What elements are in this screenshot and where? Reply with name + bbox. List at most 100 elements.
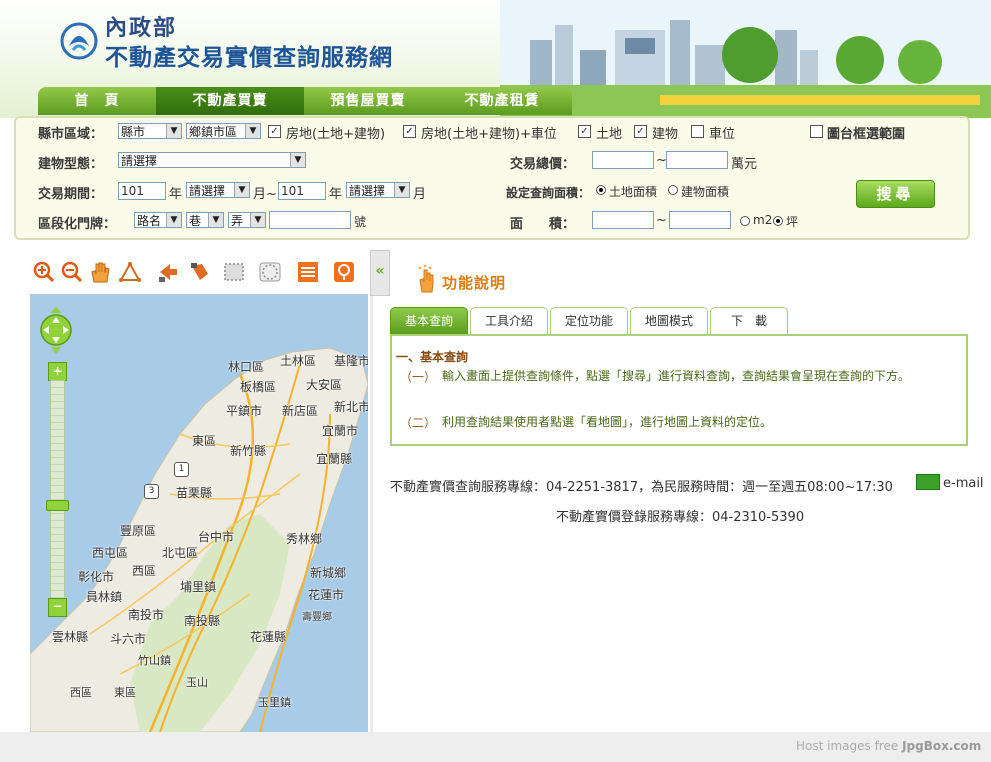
locate-icon[interactable] — [332, 260, 356, 284]
building-type-value: 請選擇 — [121, 154, 158, 168]
rect-select-icon[interactable] — [222, 260, 246, 284]
search-button[interactable]: 搜尋 — [856, 180, 935, 208]
map-label: 雲林縣 — [52, 630, 89, 644]
map-label: 秀林鄉 — [286, 532, 323, 546]
site-title: 不動產交易實價查詢服務網 — [105, 45, 393, 71]
select-arrow-alt-icon[interactable] — [188, 260, 212, 284]
pan-hand-icon[interactable] — [88, 260, 112, 284]
radio-land-area[interactable] — [596, 185, 606, 195]
nav-tab-presale[interactable]: 預售屋買賣 — [304, 87, 432, 115]
city-skyline-banner — [500, 0, 991, 118]
tab-basic-query[interactable]: 基本查詢 — [390, 307, 468, 334]
map-label: 板橋區 — [240, 380, 277, 394]
map-label: 花蓮市 — [308, 588, 345, 602]
zoom-slider-handle[interactable] — [46, 500, 69, 511]
district-select-value: 鄉鎮市區 — [189, 125, 238, 139]
checkbox-land-building[interactable]: ✓ — [268, 125, 281, 138]
zoom-out-button[interactable]: − — [48, 598, 67, 617]
map-label: 西屯區 — [92, 546, 129, 560]
route-marker: 1 — [174, 462, 189, 477]
radio-building-area[interactable] — [668, 185, 678, 195]
checkbox-parking[interactable] — [691, 125, 704, 138]
nav-tab-rent[interactable]: 不動產租賃 — [432, 87, 572, 115]
host-credit-prefix: Host images free — [796, 739, 903, 753]
area-tilde: ~ — [656, 213, 667, 228]
city-select-value: 縣市 — [121, 125, 146, 139]
chevron-down-icon: ▼ — [234, 183, 249, 197]
section-heading: 一、基本查詢 — [396, 350, 469, 364]
checkbox-land-building-parking[interactable]: ✓ — [403, 125, 416, 138]
tab-locate[interactable]: 定位功能 — [550, 307, 628, 334]
number-unit: 號 — [354, 215, 367, 229]
map-label: 基隆市 — [334, 354, 368, 368]
map-label: 新店區 — [282, 404, 319, 418]
zoom-in-icon[interactable] — [32, 260, 56, 284]
map-label: 宜蘭縣 — [316, 452, 353, 466]
price-min-input[interactable] — [592, 151, 654, 169]
lane-select[interactable]: 巷 ▼ — [186, 212, 224, 228]
month-from-select[interactable]: 請選擇 ▼ — [186, 182, 250, 198]
area-max-input[interactable] — [669, 211, 731, 229]
measure-icon[interactable] — [118, 260, 142, 284]
chevron-down-icon: ▼ — [208, 213, 223, 227]
collapse-panel-icon[interactable]: « — [370, 250, 390, 296]
map-label: 新竹縣 — [230, 444, 267, 458]
checkbox-map-frame[interactable] — [810, 125, 823, 138]
map-viewport[interactable]: + − 林口區 土林區 基隆市 板橋區 大安區 平鎮市 新店區 新北市 宜蘭市 … — [30, 294, 368, 732]
month-to-value: 請選擇 — [349, 184, 386, 198]
city-select[interactable]: 縣市 ▼ — [118, 123, 182, 139]
radio-unit-m2[interactable] — [740, 216, 750, 226]
ministry-logo-icon — [60, 22, 98, 60]
map-label: 西區 — [132, 564, 157, 578]
chevron-down-icon: ▼ — [290, 153, 305, 167]
map-label: 東區 — [192, 434, 217, 448]
circle-select-icon[interactable] — [258, 260, 282, 284]
map-label: 玉里鎮 — [258, 696, 291, 709]
map-label: 苗栗縣 — [176, 486, 213, 500]
year-unit-from: 年 — [169, 187, 183, 202]
map-label: 員林鎮 — [86, 590, 123, 604]
house-number-input[interactable] — [269, 211, 351, 229]
host-credit-brand: JpgBox.com — [902, 739, 982, 753]
tab-map-mode[interactable]: 地圖模式 — [630, 307, 708, 334]
period-label: 交易期間： — [38, 187, 104, 202]
chevron-down-icon: ▼ — [166, 213, 181, 227]
lane-select-value: 巷 — [189, 214, 202, 228]
building-type-select[interactable]: 請選擇 ▼ — [118, 152, 306, 168]
radio-unit-ping[interactable] — [773, 216, 783, 226]
tab-download[interactable]: 下 載 — [710, 307, 788, 334]
zoom-in-button[interactable]: + — [48, 362, 67, 381]
area-min-input[interactable] — [592, 211, 654, 229]
zoom-out-icon[interactable] — [60, 260, 84, 284]
alley-select[interactable]: 弄 ▼ — [228, 212, 266, 228]
email-icon[interactable] — [916, 474, 940, 490]
item-number: （二） — [400, 416, 437, 430]
map-label: 宜蘭市 — [322, 424, 359, 438]
host-credit[interactable]: Host images free JpgBox.com — [796, 739, 981, 753]
pan-control-icon[interactable] — [38, 304, 74, 356]
zoom-slider-track[interactable] — [50, 380, 65, 600]
district-select[interactable]: 鄉鎮市區 ▼ — [186, 123, 261, 139]
tab-tools[interactable]: 工具介紹 — [470, 307, 548, 334]
map-label: 豐原區 — [120, 524, 157, 538]
taiwan-map-graphic — [30, 294, 368, 732]
select-arrow-icon[interactable] — [156, 260, 180, 284]
year-to-input[interactable]: 101 — [278, 182, 326, 200]
nav-tab-sale[interactable]: 不動產買賣 — [156, 87, 304, 115]
chevron-down-icon: ▼ — [250, 213, 265, 227]
price-max-input[interactable] — [666, 151, 728, 169]
month-to-select[interactable]: 請選擇 ▼ — [346, 182, 410, 198]
email-link[interactable]: e-mail — [943, 476, 984, 491]
checkbox-building[interactable]: ✓ — [634, 125, 647, 138]
checkbox-land[interactable]: ✓ — [578, 125, 591, 138]
unit-m2-label: m2 — [753, 213, 773, 227]
road-select[interactable]: 路名 ▼ — [134, 212, 182, 228]
item-number: （一） — [400, 370, 437, 384]
nav-tab-home[interactable]: 首 頁 — [38, 87, 156, 115]
chevron-down-icon: ▼ — [245, 124, 260, 138]
year-from-input[interactable]: 101 — [118, 182, 166, 200]
opt-land-label: 土地 — [596, 127, 623, 142]
map-label: 東區 — [114, 686, 136, 699]
opt-building-label: 建物 — [652, 127, 679, 142]
layers-icon[interactable] — [296, 260, 320, 284]
